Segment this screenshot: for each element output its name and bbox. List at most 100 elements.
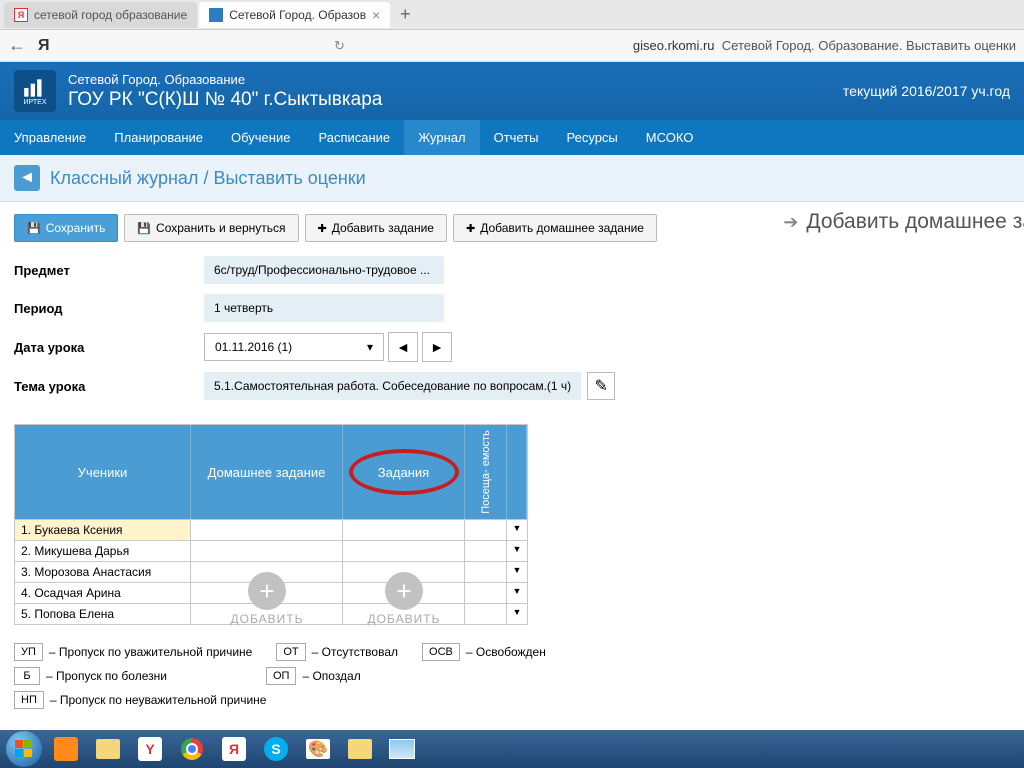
legend-item: Б– Пропуск по болезни (14, 667, 167, 685)
task-cell[interactable] (343, 541, 465, 561)
topic-label: Тема урока (14, 379, 204, 394)
grade-table-body: 1. Букаева Ксения ▼ 2. Микушева Дарья ▼ … (15, 519, 527, 624)
attend-cell[interactable] (465, 562, 507, 582)
taskbar-image-icon[interactable] (382, 733, 422, 765)
period-label: Период (14, 301, 204, 316)
legend-item: ОТ– Отсутствовал (276, 643, 398, 661)
attend-cell[interactable] (465, 583, 507, 603)
attend-cell[interactable] (465, 541, 507, 561)
student-name[interactable]: 4. Осадчая Арина (15, 583, 191, 603)
nav-management[interactable]: Управление (0, 120, 100, 155)
save-return-button[interactable]: 💾Сохранить и вернуться (124, 214, 298, 242)
reload-icon[interactable]: ↻ (334, 38, 345, 54)
date-select[interactable]: 01.11.2016 (1)▾ (204, 333, 384, 361)
add-homework-button[interactable]: ✚Добавить домашнее задание (453, 214, 657, 242)
pencil-icon: ✎ (594, 376, 607, 396)
student-name[interactable]: 3. Морозова Анастасия (15, 562, 191, 582)
student-name[interactable]: 1. Букаева Ксения (15, 520, 191, 540)
student-name[interactable]: 5. Попова Елена (15, 604, 191, 624)
browser-tab-active[interactable]: Сетевой Город. Образов × (199, 2, 390, 28)
back-arrow-icon[interactable]: ← (8, 35, 26, 56)
topic-field: 5.1.Самостоятельная работа. Собеседовани… (204, 372, 581, 400)
row-dropdown[interactable]: ▼ (507, 541, 527, 561)
col-header-tasks: Задания (343, 425, 465, 519)
chevron-down-icon: ▾ (367, 340, 373, 354)
taskbar-yandex-browser-icon[interactable]: Y (130, 733, 170, 765)
yandex-icon: Я (14, 8, 28, 22)
browser-tab-inactive[interactable]: Я сетевой город образование (4, 2, 197, 28)
system-name: Сетевой Город. Образование (68, 72, 382, 87)
taskbar-media-icon[interactable] (46, 733, 86, 765)
legend-item: УП– Пропуск по уважительной причине (14, 643, 252, 661)
taskbar-explorer-icon[interactable] (88, 733, 128, 765)
attend-cell[interactable] (465, 520, 507, 540)
col-header-students: Ученики (15, 425, 191, 519)
add-button[interactable]: + (385, 572, 423, 610)
nav-journal[interactable]: Журнал (404, 120, 479, 155)
tab-title: Сетевой Город. Образов (229, 8, 366, 22)
edit-topic-button[interactable]: ✎ (587, 372, 615, 400)
nav-resources[interactable]: Ресурсы (553, 120, 632, 155)
nav-learning[interactable]: Обучение (217, 120, 304, 155)
add-task-button[interactable]: ✚Добавить задание (305, 214, 447, 242)
row-dropdown[interactable]: ▼ (507, 604, 527, 624)
table-row: 2. Микушева Дарья ▼ (15, 540, 527, 561)
legend-item: НП– Пропуск по неуважительной причине (14, 691, 266, 709)
date-label: Дата урока (14, 340, 204, 355)
col-header-homework: Домашнее задание (191, 425, 343, 519)
school-name: ГОУ РК "С(К)Ш № 40" г.Сыктывкара (68, 89, 382, 111)
new-tab-button[interactable]: + (392, 2, 418, 28)
subject-label: Предмет (14, 263, 204, 278)
row-dropdown[interactable]: ▼ (507, 583, 527, 603)
task-cell[interactable] (343, 520, 465, 540)
col-header-dropdown (507, 425, 527, 519)
windows-taskbar: Y Я S 🎨 (0, 730, 1024, 768)
nav-msoko[interactable]: МСОКО (632, 120, 708, 155)
plus-icon: ✚ (318, 222, 327, 235)
browser-tab-strip: Я сетевой город образование Сетевой Горо… (0, 0, 1024, 30)
breadcrumb-back-button[interactable]: ◄ (14, 165, 40, 191)
taskbar-yandex-icon[interactable]: Я (214, 733, 254, 765)
save-icon: 💾 (27, 222, 41, 235)
subject-field[interactable]: 6с/труд/Профессионально-трудовое ... (204, 256, 444, 284)
taskbar-chrome-icon[interactable] (172, 733, 212, 765)
nav-schedule[interactable]: Расписание (304, 120, 404, 155)
breadcrumb: ◄ Классный журнал / Выставить оценки (0, 155, 1024, 202)
save-icon: 💾 (137, 222, 151, 235)
address-bar: ← Я ↻ giseo.rkomi.ru Сетевой Город. Обра… (0, 30, 1024, 62)
site-icon (209, 8, 223, 22)
legend-item: ОП– Опоздал (266, 667, 361, 685)
app-header: ИРТЕХ Сетевой Город. Образование ГОУ РК … (0, 62, 1024, 120)
nav-planning[interactable]: Планирование (100, 120, 217, 155)
student-name[interactable]: 2. Микушева Дарья (15, 541, 191, 561)
side-panel-title: ➔ Добавить домашнее за (783, 210, 1024, 234)
hw-cell[interactable] (191, 520, 343, 540)
content-area: 💾Сохранить 💾Сохранить и вернуться ✚Добав… (0, 202, 1024, 727)
date-prev-button[interactable]: ◄ (388, 332, 418, 362)
yandex-logo[interactable]: Я (38, 37, 50, 55)
grade-table: Ученики Домашнее задание Задания Посеща-… (14, 424, 528, 625)
url-host: giseo.rkomi.ru Сетевой Город. Образовани… (633, 38, 1016, 53)
tab-title: сетевой город образование (34, 8, 187, 22)
row-dropdown[interactable]: ▼ (507, 520, 527, 540)
windows-logo-icon (6, 731, 42, 767)
close-icon[interactable]: × (372, 7, 380, 23)
table-row: 1. Букаева Ксения ▼ (15, 519, 527, 540)
school-year: текущий 2016/2017 уч.год (843, 83, 1010, 99)
legend-item: ОСВ– Освобожден (422, 643, 546, 661)
taskbar-skype-icon[interactable]: S (256, 733, 296, 765)
nav-reports[interactable]: Отчеты (480, 120, 553, 155)
plus-icon: ✚ (466, 222, 475, 235)
start-button[interactable] (4, 733, 44, 765)
taskbar-paint-icon[interactable]: 🎨 (298, 733, 338, 765)
add-button[interactable]: + (248, 572, 286, 610)
hw-cell[interactable] (191, 541, 343, 561)
period-field[interactable]: 1 четверть (204, 294, 444, 322)
attend-cell[interactable] (465, 604, 507, 624)
date-next-button[interactable]: ► (422, 332, 452, 362)
save-button[interactable]: 💾Сохранить (14, 214, 118, 242)
app-logo[interactable]: ИРТЕХ (14, 70, 56, 112)
legend: УП– Пропуск по уважительной причине ОТ– … (14, 643, 1010, 709)
row-dropdown[interactable]: ▼ (507, 562, 527, 582)
taskbar-folder-icon[interactable] (340, 733, 380, 765)
